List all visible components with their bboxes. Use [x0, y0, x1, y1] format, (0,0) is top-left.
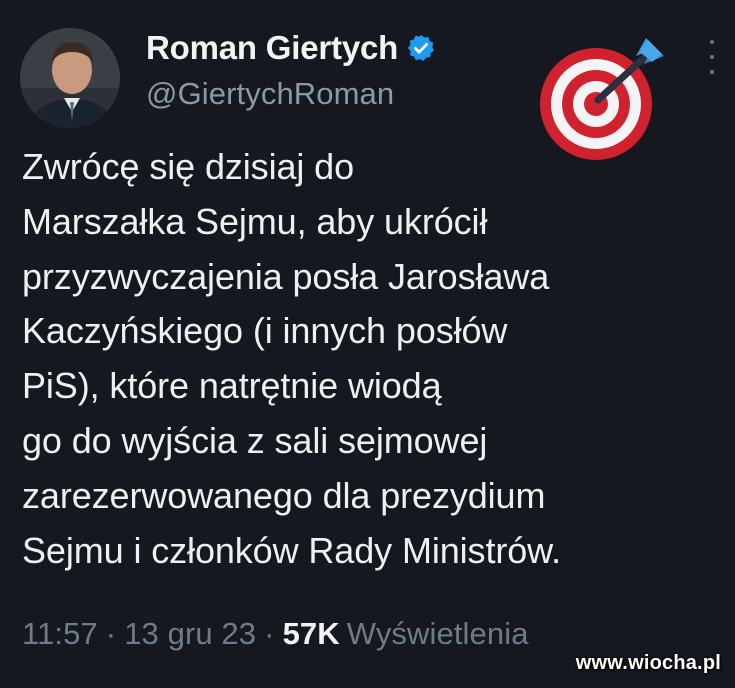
display-name[interactable]: Roman Giertych — [146, 29, 398, 67]
tweet-text-line: Kaczyńskiego (i innych posłów — [22, 310, 508, 352]
avatar-image — [20, 28, 120, 128]
tweet-text-line: PiS), które natrętnie wiodą — [22, 365, 442, 407]
tweet-text-line: przyzwyczajenia posła Jarosława — [22, 255, 550, 297]
more-options-icon[interactable] — [702, 40, 722, 74]
tweet-text-line: zarezerwowanego dla prezydium — [22, 474, 546, 516]
tweet-text-line: go do wyjścia z sali sejmowej — [22, 419, 488, 461]
tweet-meta: 11:57 · 13 gru 23 · 57K Wyświetlenia — [22, 616, 529, 652]
tweet-text-line: Zwrócę się dzisiaj do — [22, 146, 355, 187]
verified-badge-icon — [406, 33, 436, 63]
tweet-date[interactable]: 13 gru 23 — [124, 616, 256, 651]
meta-separator: · — [105, 616, 117, 651]
tweet-text-line: Marszałka Sejmu, aby ukrócił — [22, 200, 488, 242]
avatar[interactable] — [20, 28, 120, 128]
views-label: Wyświetlenia — [346, 616, 529, 651]
meta-separator: · — [264, 616, 275, 651]
views-count: 57K — [282, 616, 340, 651]
tweet-text: Zwrócę się dzisiaj do Marszałka Sejmu, a… — [22, 140, 722, 578]
author-handle[interactable]: @GiertychRoman — [146, 76, 394, 112]
tweet-card: Roman Giertych @GiertychRoman Zwrócę się… — [0, 0, 735, 688]
tweet-text-line: Sejmu i członków Rady Ministrów. — [22, 529, 561, 571]
tweet-time[interactable]: 11:57 — [22, 616, 98, 651]
author-name-row: Roman Giertych — [146, 28, 436, 68]
watermark: www.wiocha.pl — [575, 652, 721, 674]
